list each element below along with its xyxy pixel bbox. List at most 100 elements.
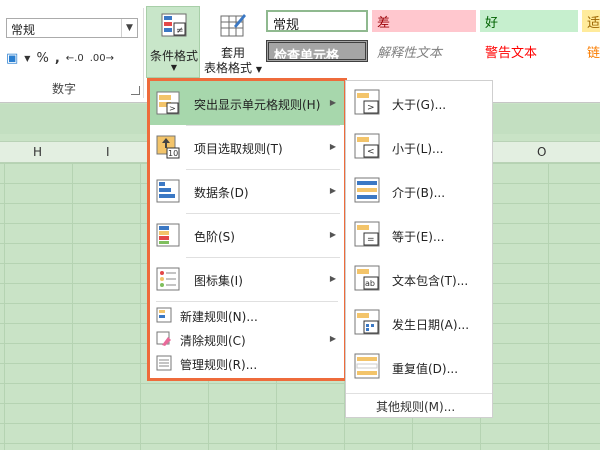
eraser-icon xyxy=(156,331,171,346)
menu-item-label: 突出显示单元格规则(H) xyxy=(194,98,321,112)
percent-icon[interactable]: % xyxy=(36,51,48,66)
number-format-select[interactable]: 常规 ▼ xyxy=(6,18,138,38)
icon-sets-icon xyxy=(156,267,180,291)
calendar-icon xyxy=(354,309,380,335)
conditional-format-menu: > 突出显示单元格规则(H) ▶ 10 项目选取规则(T) ▶ 数据条(D) ▶ xyxy=(150,81,344,378)
menu-item-label: 色阶(S) xyxy=(194,230,235,244)
chevron-down-icon: ▼ xyxy=(255,65,262,74)
style-linked-label: 链 xyxy=(587,46,600,61)
chevron-right-icon: ▶ xyxy=(329,142,336,151)
menu-item-data-bars[interactable]: 数据条(D) ▶ xyxy=(150,169,344,213)
chevron-down-icon: ▼ xyxy=(170,63,178,72)
menu-divider xyxy=(156,301,338,302)
style-check-cell[interactable]: 检查单元格 xyxy=(266,40,368,62)
number-format-buttons: ▣ ▼ % , ←.0 .00→ xyxy=(6,47,142,69)
submenu-item-label: 发生日期(A)... xyxy=(392,318,470,332)
submenu-item-label: 大于(G)... xyxy=(392,98,447,112)
table-format-icon xyxy=(220,14,246,37)
menu-item-label: 数据条(D) xyxy=(194,186,249,200)
greater-than-icon: > xyxy=(354,89,380,115)
equal-to-icon: = xyxy=(354,221,380,247)
submenu-item-label: 文本包含(T)... xyxy=(392,274,469,288)
format-as-table-label-line1: 套用 xyxy=(220,46,245,60)
menu-item-label: 项目选取规则(T) xyxy=(194,142,283,156)
submenu-item-duplicate-values[interactable]: 重复值(D)... xyxy=(346,345,492,389)
style-explanatory[interactable]: 解释性文本 xyxy=(372,40,476,62)
style-warning[interactable]: 警告文本 xyxy=(480,40,578,62)
menu-item-highlight-rules[interactable]: > 突出显示单元格规则(H) ▶ xyxy=(150,81,344,125)
dialog-launcher-icon[interactable] xyxy=(131,86,140,95)
column-header-o[interactable]: O xyxy=(537,145,546,159)
menu-item-color-scales[interactable]: 色阶(S) ▶ xyxy=(150,213,344,257)
chevron-right-icon: ▶ xyxy=(329,230,336,239)
style-good[interactable]: 好 xyxy=(480,10,578,32)
format-as-table-label: 套用 表格格式 ▼ xyxy=(204,46,262,77)
svg-text:=: = xyxy=(367,235,375,245)
menu-item-label: 管理规则(R)... xyxy=(180,358,258,372)
submenu-item-label: 重复值(D)... xyxy=(392,362,459,376)
data-bars-icon xyxy=(156,179,180,203)
submenu-item-equal-to[interactable]: = 等于(E)... xyxy=(346,213,492,257)
submenu-item-less-than[interactable]: < 小于(L)... xyxy=(346,125,492,169)
menu-item-new-rule[interactable]: 新建规则(N)... xyxy=(150,303,344,327)
less-than-icon: < xyxy=(354,133,380,159)
cell-styles-gallery: 常规 差 好 适 检查单元格 解释性文本 警告文本 链 xyxy=(266,10,600,70)
submenu-item-text-contains[interactable]: ab 文本包含(T)... xyxy=(346,257,492,301)
number-group-label: 数字 xyxy=(52,82,77,96)
menu-item-top-bottom-rules[interactable]: 10 项目选取规则(T) ▶ xyxy=(150,125,344,169)
svg-text:>: > xyxy=(367,103,375,113)
style-explanatory-label: 解释性文本 xyxy=(377,46,443,61)
conditional-format-icon: ≠ xyxy=(161,13,187,37)
menu-item-label: 清除规则(C) xyxy=(180,334,246,348)
chevron-down-icon[interactable]: ▼ xyxy=(24,54,30,63)
submenu-item-label: 介于(B)... xyxy=(392,186,446,200)
style-good-label: 好 xyxy=(485,16,499,31)
duplicate-values-icon xyxy=(354,353,380,379)
highlight-rules-submenu: > 大于(G)... < 小于(L)... 介于(B)... = 等于(E)..… xyxy=(346,81,492,417)
style-check-cell-label: 检查单元格 xyxy=(274,49,340,62)
chevron-right-icon: ▶ xyxy=(329,274,336,283)
style-normal[interactable]: 常规 xyxy=(266,10,368,32)
format-as-table-label-line2: 表格格式 xyxy=(204,61,253,75)
chevron-right-icon: ▶ xyxy=(329,186,336,195)
svg-text:ab: ab xyxy=(365,279,375,288)
submenu-item-more-rules[interactable]: 其他规则(M)... xyxy=(346,393,492,415)
decrease-decimal-icon[interactable]: .00→ xyxy=(90,53,114,64)
svg-text:≠: ≠ xyxy=(176,26,184,36)
comma-icon[interactable]: , xyxy=(55,51,60,66)
svg-text:10: 10 xyxy=(168,149,178,158)
submenu-item-label: 小于(L)... xyxy=(392,142,444,156)
top-bottom-rules-icon: 10 xyxy=(156,135,180,159)
text-contains-icon: ab xyxy=(354,265,380,291)
color-scales-icon xyxy=(156,223,180,247)
format-as-table-button[interactable]: 套用 表格格式 ▼ xyxy=(204,6,262,78)
conditional-format-label: 条件格式 xyxy=(149,49,198,63)
column-header-i[interactable]: I xyxy=(106,145,110,159)
menu-item-icon-sets[interactable]: 图标集(I) ▶ xyxy=(150,257,344,301)
number-format-value: 常规 xyxy=(11,23,36,37)
submenu-item-between[interactable]: 介于(B)... xyxy=(346,169,492,213)
new-rule-icon xyxy=(156,307,172,323)
svg-text:>: > xyxy=(169,104,176,113)
style-normal-label: 常规 xyxy=(273,18,300,32)
between-icon xyxy=(354,177,380,203)
menu-item-clear-rules[interactable]: 清除规则(C) ▶ xyxy=(150,327,344,351)
menu-item-label: 新建规则(N)... xyxy=(180,310,258,324)
highlight-rules-icon: > xyxy=(156,91,180,115)
chevron-down-icon[interactable]: ▼ xyxy=(121,19,137,37)
conditional-format-button[interactable]: ≠ 条件格式 ▼ xyxy=(146,6,200,78)
currency-icon[interactable]: ▣ xyxy=(6,51,18,66)
style-bad[interactable]: 差 xyxy=(372,10,476,32)
svg-text:<: < xyxy=(367,147,375,157)
chevron-right-icon: ▶ xyxy=(329,98,336,107)
style-neutral-label: 适 xyxy=(587,16,600,31)
style-bad-label: 差 xyxy=(377,16,391,31)
submenu-item-greater-than[interactable]: > 大于(G)... xyxy=(346,81,492,125)
column-header-h[interactable]: H xyxy=(33,145,42,159)
submenu-item-date-occurring[interactable]: 发生日期(A)... xyxy=(346,301,492,345)
increase-decimal-icon[interactable]: ←.0 xyxy=(66,53,84,64)
style-linked[interactable]: 链 xyxy=(582,40,600,62)
menu-item-manage-rules[interactable]: 管理规则(R)... xyxy=(150,351,344,375)
style-neutral[interactable]: 适 xyxy=(582,10,600,32)
chevron-right-icon: ▶ xyxy=(329,334,336,343)
